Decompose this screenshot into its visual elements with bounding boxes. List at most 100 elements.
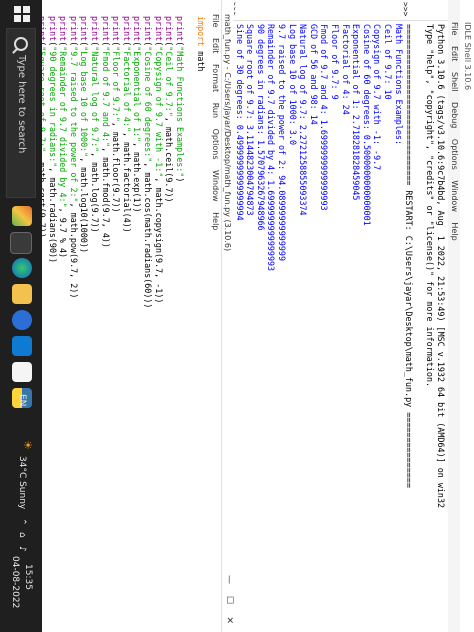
clock-time[interactable]: 15:35 (23, 564, 33, 590)
code-token: print (47, 16, 58, 42)
code-token: print (153, 16, 164, 42)
editor-menu-run[interactable]: Run (211, 103, 220, 118)
code-token: , 9.7 % 4) (58, 207, 69, 259)
shell-output-area[interactable]: Python 3.10.6 (tags/v3.10.6:9c7b4bd, Aug… (224, 24, 446, 624)
tray-chevron-icon[interactable]: ⌃ (17, 518, 27, 526)
code-token: "Copysign of 9.7 with -1:" (153, 46, 164, 178)
python-file-icon[interactable] (12, 362, 32, 382)
taskbar-search-box[interactable]: Type here to search (6, 28, 36, 198)
editor-menu-file[interactable]: File (211, 14, 220, 27)
code-line: print("Fmod of 9.7 and 4:", math.fmod(9.… (100, 16, 111, 616)
shell-menu-shell[interactable]: Shell (450, 72, 459, 92)
code-token: print (132, 16, 143, 42)
code-line: print("Cosine of 60 degrees:", math.cos(… (142, 16, 153, 616)
shell-output-line: Ceil of 9.7: 10 (383, 24, 394, 100)
code-line: print("Floor of 9.7:", math.floor(9.7)) (111, 16, 122, 616)
code-token: , math.log10(1000)) (79, 157, 90, 254)
shell-menu-edit[interactable]: Edit (450, 46, 459, 62)
code-token: print (174, 16, 185, 42)
shell-output-line: Type "help", "copyright", "credits" or "… (425, 24, 436, 388)
shell-output-line: Fmod of 9.7 and 4: 1.6999999999999993 (319, 24, 330, 211)
shell-output-line: 9.7 raised to the power of 2: 94.0899999… (277, 24, 288, 261)
code-token: import (196, 16, 206, 47)
editor-menu-edit[interactable]: Edit (211, 38, 220, 54)
shell-menu-debug[interactable]: Debug (450, 102, 459, 128)
code-line: import math (195, 16, 206, 616)
code-token: , math.copysign(9.7, -1)) (153, 177, 164, 304)
shell-output-line: ================================ RESTART… (404, 24, 415, 488)
code-line: print("Remainder of 9.7 divided by 4:", … (58, 16, 69, 616)
shell-menu-file[interactable]: File (450, 22, 459, 35)
taskbar: Type here to search EN ☀ 34°C Sunny ⌃ ⌂ … (0, 0, 42, 632)
code-token: print (164, 16, 175, 42)
shell-prompt: >>> (401, 2, 410, 17)
minimize-button[interactable]: — (224, 575, 234, 584)
shell-output-line: Floor of 9.7: 9 (330, 24, 341, 100)
system-tray: EN ☀ 34°C Sunny ⌃ ⌂ ♪ 15:35 04-08-2022 (0, 394, 42, 624)
code-token: "Fmod of 9.7 and 4:" (100, 46, 111, 148)
code-token: "Exponential of 1:" (132, 46, 143, 143)
store-icon[interactable] (12, 336, 32, 356)
chrome-icon[interactable] (12, 310, 32, 330)
shell-output-line: Natural log of 9.7: 2.2721258855093374 (298, 24, 309, 216)
shell-output-line: Sine of 30 degrees: 0.49999999999999994 (234, 24, 245, 221)
code-token: ) (174, 177, 185, 183)
desktop-screen: IDLE Shell 3.10.6 File Edit Shell Debug … (0, 0, 474, 632)
editor-menu-window[interactable]: Window (211, 170, 220, 202)
code-token: print (121, 16, 132, 42)
shell-title-bar: IDLE Shell 3.10.6 (463, 22, 472, 91)
editor-title-bar: math_fun.py - C:/Users/jayar/Desktop/mat… (221, 0, 234, 632)
clock-date[interactable]: 04-08-2022 (10, 556, 20, 608)
code-token: "Floor of 9.7:" (111, 46, 122, 122)
shell-output-line: Log base 10 of 1000: 3.0 (287, 24, 298, 146)
code-token: , math.log(9.7)) (90, 152, 101, 233)
shell-output-line: Remainder of 9.7 divided by 4: 1.6999999… (266, 24, 277, 272)
editor-window: math_fun.py - C:/Users/jayar/Desktop/mat… (16, 0, 234, 632)
idle-shell-window: IDLE Shell 3.10.6 File Edit Shell Debug … (224, 0, 474, 632)
code-editor-area[interactable]: import math print("Math Functions Exampl… (15, 16, 206, 616)
code-token: , math.cos(math.radians(60))) (143, 162, 154, 309)
code-line: print("90 degrees in radians:", math.rad… (47, 16, 58, 616)
edge-browser-icon[interactable] (12, 258, 32, 278)
code-line: print("Natural log of 9.7:", math.log(9.… (89, 16, 100, 616)
code-line: print("Math Functions Examples:") (174, 16, 185, 616)
file-explorer-icon[interactable] (12, 284, 32, 304)
language-indicator[interactable]: EN (17, 394, 27, 406)
code-line: print("Factorial of 4:", math.factorial(… (121, 16, 132, 616)
code-token: , math.radians(90)) (47, 167, 58, 264)
code-token: print (90, 16, 101, 42)
windows-start-icon[interactable] (12, 6, 30, 24)
code-token: "Ceil of 9.7:" (164, 46, 175, 117)
maximize-button[interactable]: ☐ (224, 596, 234, 604)
code-line: print("Copysign of 9.7 with -1:", math.c… (153, 16, 164, 616)
code-token: , math.floor(9.7)) (111, 121, 122, 213)
code-token: print (68, 16, 79, 42)
code-token: "Natural log of 9.7:" (90, 46, 101, 153)
editor-menu-format[interactable]: Format (211, 64, 220, 92)
weather-text[interactable]: 34°C Sunny (17, 456, 27, 509)
close-button[interactable]: ✕ (224, 616, 234, 624)
weather-sun-icon: ☀ (21, 440, 34, 450)
code-token: math (196, 46, 206, 72)
code-token: "Cosine of 60 degrees:" (143, 46, 154, 163)
editor-menu-options[interactable]: Options (211, 129, 220, 160)
shell-output-line: Factorial of 4: 24 (340, 24, 351, 115)
shell-menu-window[interactable]: Window (450, 180, 459, 212)
volume-icon[interactable]: ♪ (17, 546, 27, 552)
code-line: print("Ceil of 9.7:", math.ceil(9.7)) (164, 16, 175, 616)
editor-menu-bar: File Edit Format Run Options Window Help (209, 0, 221, 632)
code-token: , math.ceil(9.7)) (164, 116, 175, 203)
code-token: print (100, 16, 111, 42)
code-token: print (79, 16, 90, 42)
shell-menu-options[interactable]: Options (450, 139, 459, 170)
code-token: "Log base 10 of 1000:" (79, 46, 90, 158)
network-icon[interactable]: ⌂ (17, 532, 27, 538)
widgets-icon[interactable] (12, 206, 32, 226)
task-view-icon[interactable] (10, 232, 32, 254)
code-token: print (58, 16, 69, 42)
shell-menu-help[interactable]: Help (450, 222, 459, 240)
code-line: print("Log base 10 of 1000:", math.log10… (79, 16, 90, 616)
editor-menu-help[interactable]: Help (211, 212, 220, 230)
shell-output-line: 90 degrees in radians: 1.570796326794896… (255, 24, 266, 231)
